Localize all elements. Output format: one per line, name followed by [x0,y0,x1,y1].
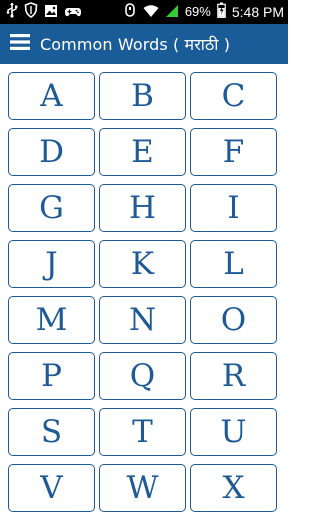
wifi-icon [143,3,159,22]
signal-icon [165,3,179,22]
letter-label: R [221,357,246,394]
usb-icon [6,2,18,22]
letter-label: G [39,189,64,226]
letter-label: A [40,77,63,114]
letter-button-s[interactable]: S [8,408,95,456]
clock-time: 5:48 [231,4,260,20]
letter-label: O [220,301,247,338]
hamburger-menu-icon [10,33,30,55]
page-title: Common Words ( मराठी ) [40,35,231,54]
unknown-icon [123,2,137,22]
letter-label: H [128,189,157,226]
letter-label: X [222,469,245,506]
letter-label: E [131,133,154,170]
gamepad-icon [64,3,82,22]
clock: 5:48 PM [232,0,284,24]
letter-label: C [221,77,246,114]
letter-button-c[interactable]: C [190,72,277,120]
letter-button-g[interactable]: G [8,184,95,232]
letter-label: L [223,245,244,282]
app-bar: Common Words ( मराठी ) [0,24,288,64]
letter-button-f[interactable]: F [190,128,277,176]
letter-button-o[interactable]: O [190,296,277,344]
clock-ampm: PM [263,4,284,20]
battery-percent: 69% [184,4,211,19]
letter-label: N [128,301,157,338]
letter-label: D [39,133,64,170]
battery-icon [217,2,226,22]
letter-label: U [220,413,247,450]
letter-button-u[interactable]: U [190,408,277,456]
letter-button-h[interactable]: H [99,184,186,232]
shield-icon [24,2,38,22]
letter-button-j[interactable]: J [8,240,95,288]
letter-button-x[interactable]: X [190,464,277,512]
letter-button-m[interactable]: M [8,296,95,344]
letter-button-q[interactable]: Q [99,352,186,400]
letter-grid-container[interactable]: A B C D E F G H I J K L M N O P Q R S T U V W X [0,64,288,512]
letter-button-e[interactable]: E [99,128,186,176]
letter-label: F [222,133,245,170]
letter-label: P [41,357,62,394]
letter-button-i[interactable]: I [190,184,277,232]
letter-label: B [131,77,154,114]
letter-label: I [227,189,240,226]
letter-button-v[interactable]: V [8,464,95,512]
letter-label: T [132,413,153,450]
letter-button-r[interactable]: R [190,352,277,400]
status-left-icons [6,0,82,24]
status-bar: 69% 5:48 PM [0,0,288,24]
letter-grid: A B C D E F G H I J K L M N O P Q R S T U V W X [8,72,280,512]
letter-button-b[interactable]: B [99,72,186,120]
letter-button-n[interactable]: N [99,296,186,344]
letter-label: S [40,413,63,450]
status-right-icons: 69% 5:48 PM [123,0,284,24]
letter-button-l[interactable]: L [190,240,277,288]
letter-button-w[interactable]: W [99,464,186,512]
letter-label: M [35,301,68,338]
letter-label: Q [129,357,156,394]
letter-button-k[interactable]: K [99,240,186,288]
letter-label: V [40,469,63,506]
letter-button-t[interactable]: T [99,408,186,456]
letter-button-d[interactable]: D [8,128,95,176]
image-icon [44,3,58,22]
letter-button-a[interactable]: A [8,72,95,120]
letter-button-p[interactable]: P [8,352,95,400]
letter-label: J [45,245,58,282]
menu-button[interactable] [0,24,40,64]
letter-label: W [126,469,159,506]
letter-label: K [130,245,155,282]
